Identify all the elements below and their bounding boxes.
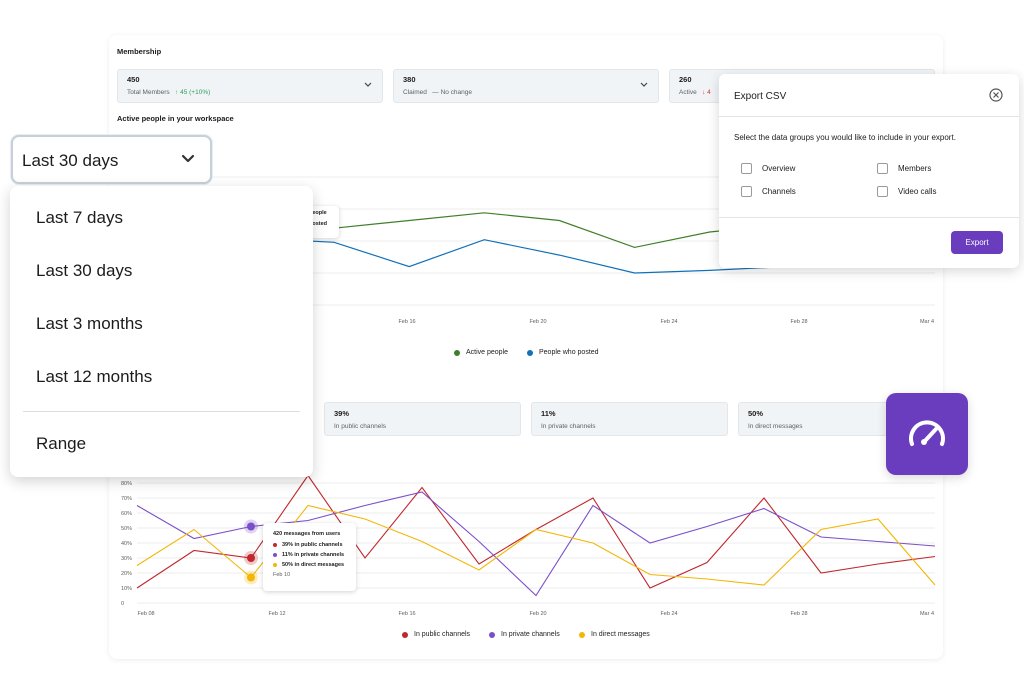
legend-dot: [527, 349, 533, 356]
close-icon[interactable]: [989, 88, 1003, 102]
export-csv-dialog: Export CSV Select the data groups you wo…: [719, 74, 1019, 268]
total-members-stat[interactable]: 450 Total Members ↑ 45 (+10%): [117, 69, 383, 103]
checkbox-video-calls[interactable]: Video calls: [877, 186, 937, 197]
checkbox-overview[interactable]: Overview: [741, 163, 795, 174]
legend-direct: In direct messages: [579, 631, 650, 638]
stat-change: — No change: [432, 89, 473, 96]
menu-divider: [23, 411, 300, 412]
hover-point: [247, 554, 255, 562]
y-tick-label: 10%: [121, 586, 132, 592]
x-tick-label: Mar 4: [920, 319, 934, 325]
x-tick-label: Feb 16: [398, 611, 415, 617]
legend-dot: [454, 349, 460, 356]
checkbox-channels[interactable]: Channels: [741, 186, 796, 197]
divider: [719, 217, 1019, 218]
legend-private: In private channels: [489, 631, 560, 638]
speedometer-badge: [886, 393, 968, 475]
y-tick-label: 50%: [121, 526, 132, 532]
x-tick-label: Feb 08: [137, 611, 154, 617]
membership-title: Membership: [117, 47, 162, 56]
stat-value: 380: [403, 75, 416, 84]
legend-active-people: Active people: [454, 349, 508, 356]
x-tick-label: Feb 28: [790, 319, 807, 325]
y-tick-label: 70%: [121, 496, 132, 502]
chevron-down-icon: [364, 82, 372, 87]
divider: [719, 116, 1019, 117]
hover-point: [247, 522, 255, 531]
y-tick-label: 80%: [121, 481, 132, 487]
y-tick-label: 60%: [121, 511, 132, 517]
menu-item-last-12-months[interactable]: Last 12 months: [36, 367, 152, 387]
x-tick-label: Feb 12: [268, 611, 285, 617]
stat-value: 260: [679, 75, 692, 84]
menu-item-last-3-months[interactable]: Last 3 months: [36, 314, 143, 334]
stat-change: ↑ 45 (+10%): [175, 89, 211, 96]
y-tick-label: 20%: [121, 571, 132, 577]
stat-label: Claimed: [403, 89, 427, 96]
y-tick-label: 30%: [121, 556, 132, 562]
x-tick-label: Feb 24: [660, 319, 677, 325]
active-people-title: Active people in your workspace: [117, 114, 234, 123]
checkbox-members[interactable]: Members: [877, 163, 931, 174]
x-tick-label: Feb 20: [529, 319, 546, 325]
y-tick-label: 0: [121, 601, 124, 607]
speedometer-icon: [909, 420, 945, 446]
date-range-value: Last 30 days: [22, 151, 119, 170]
public-channels-stat: 39% In public channels: [324, 402, 521, 436]
legend-dot: [579, 631, 585, 638]
dialog-title: Export CSV: [734, 91, 787, 102]
chevron-down-icon: [640, 82, 648, 87]
messages-tooltip: 420 messages from users 39% in public ch…: [263, 523, 356, 591]
x-tick-label: Feb 24: [660, 611, 677, 617]
date-range-menu: Last 7 days Last 30 days Last 3 months L…: [10, 186, 313, 477]
stat-label: Total Members: [127, 89, 170, 96]
dialog-description: Select the data groups you would like to…: [734, 133, 956, 142]
x-tick-label: Feb 16: [398, 319, 415, 325]
menu-item-range[interactable]: Range: [36, 434, 86, 454]
legend-people-posted: People who posted: [527, 349, 599, 356]
hover-point: [247, 573, 255, 582]
menu-item-last-30-days[interactable]: Last 30 days: [36, 261, 132, 281]
private-channels-stat: 11% In private channels: [531, 402, 728, 436]
claimed-stat[interactable]: 380 Claimed — No change: [393, 69, 659, 103]
legend-dot: [402, 631, 408, 638]
y-tick-label: 40%: [121, 541, 132, 547]
legend-dot: [489, 631, 495, 638]
x-tick-label: Feb 28: [790, 611, 807, 617]
stat-change: ↓ 4: [702, 89, 711, 96]
x-tick-label: Mar 4: [920, 611, 934, 617]
stat-value: 450: [127, 75, 140, 84]
legend-public: In public channels: [402, 631, 470, 638]
x-tick-label: Feb 20: [529, 611, 546, 617]
menu-item-last-7-days[interactable]: Last 7 days: [36, 208, 123, 228]
chevron-down-icon: [181, 154, 195, 163]
stat-label: Active: [679, 89, 697, 96]
export-button[interactable]: Export: [951, 231, 1003, 254]
date-range-select[interactable]: Last 30 days: [11, 135, 212, 184]
